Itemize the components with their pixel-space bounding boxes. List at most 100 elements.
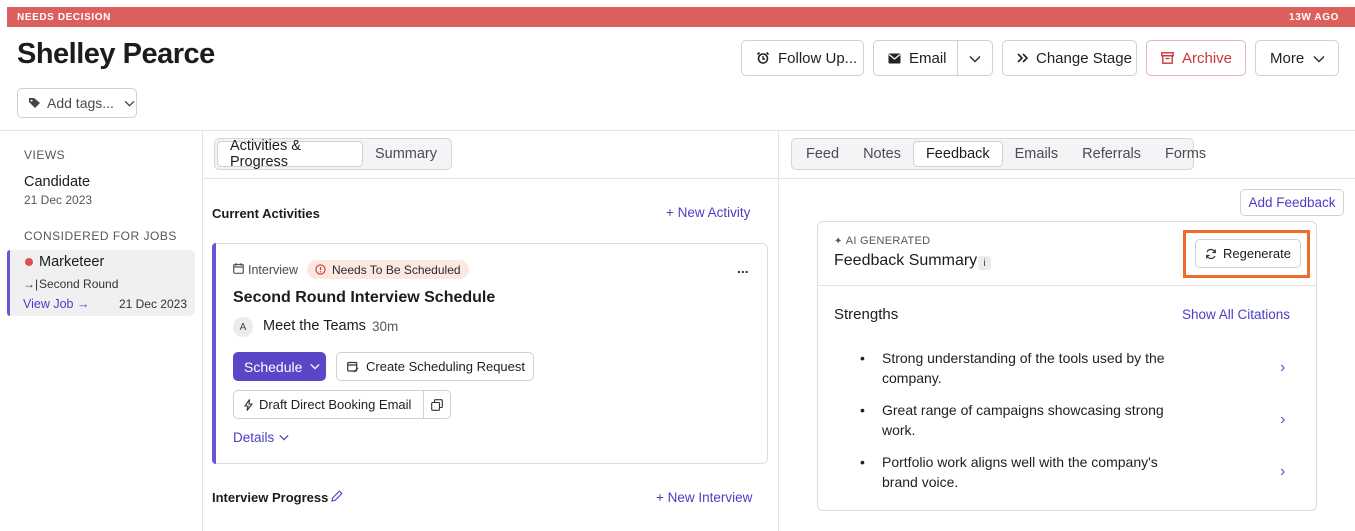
copy-icon bbox=[431, 398, 443, 411]
alert-circle-icon bbox=[315, 264, 326, 275]
meeting-duration: 30m bbox=[372, 319, 399, 334]
center-tabs: Activities & Progress Summary bbox=[214, 138, 452, 170]
chevron-down-icon bbox=[1313, 50, 1325, 67]
bullet: • bbox=[860, 454, 865, 470]
status-dot bbox=[25, 258, 33, 266]
status-age: 13W AGO bbox=[1289, 12, 1339, 23]
tab-referrals[interactable]: Referrals bbox=[1070, 141, 1153, 167]
interview-progress-heading: Interview Progress bbox=[212, 490, 329, 505]
view-job-link[interactable]: View Job → bbox=[23, 297, 89, 311]
meeting-name: Meet the Teams bbox=[263, 318, 366, 334]
regenerate-button[interactable]: Regenerate bbox=[1195, 239, 1301, 268]
refresh-icon bbox=[1205, 248, 1217, 260]
strength-text: Great range of campaigns showcasing stro… bbox=[882, 402, 1164, 438]
pencil-icon[interactable] bbox=[331, 490, 343, 502]
alarm-clock-icon bbox=[756, 51, 770, 65]
chevron-down-icon bbox=[969, 50, 981, 67]
card-accent-bar bbox=[212, 243, 216, 464]
job-date: 21 Dec 2023 bbox=[118, 297, 187, 311]
add-tags-label: Add tags... bbox=[47, 95, 114, 111]
create-scheduling-request-button[interactable]: Create Scheduling Request bbox=[336, 352, 534, 381]
add-tags-button[interactable]: Add tags... bbox=[17, 88, 137, 118]
follow-up-label: Follow Up... bbox=[778, 49, 858, 67]
view-job-label: View Job bbox=[23, 297, 74, 311]
ai-generated-label: ✦ AI GENERATED bbox=[834, 235, 930, 247]
view-date: 21 Dec 2023 bbox=[24, 193, 93, 207]
chevron-right-icon[interactable]: › bbox=[1280, 411, 1285, 429]
candidate-name: Shelley Pearce bbox=[17, 38, 215, 70]
info-icon[interactable]: i bbox=[978, 256, 991, 270]
chevron-right-icon[interactable]: › bbox=[1280, 359, 1285, 377]
jobs-heading: CONSIDERED FOR JOBS bbox=[24, 229, 177, 243]
strength-text: Strong understanding of the tools used b… bbox=[882, 350, 1165, 386]
show-all-citations-link[interactable]: Show All Citations bbox=[1182, 307, 1290, 322]
change-stage-label: Change Stage bbox=[1036, 49, 1132, 67]
feedback-summary-title: Feedback Summary bbox=[834, 252, 978, 269]
add-feedback-button[interactable]: Add Feedback bbox=[1240, 189, 1344, 216]
avatar: A bbox=[233, 317, 253, 337]
view-candidate[interactable]: Candidate bbox=[24, 174, 90, 190]
archive-label: Archive bbox=[1182, 49, 1233, 67]
center-divider bbox=[778, 130, 779, 531]
chevron-down-icon bbox=[279, 434, 289, 441]
feedback-card-divider bbox=[818, 285, 1316, 286]
regenerate-label: Regenerate bbox=[1223, 246, 1291, 261]
tabs-divider bbox=[202, 178, 1355, 179]
job-item-marketeer[interactable]: Marketeer →| Second Round View Job → 21 … bbox=[7, 250, 195, 316]
change-stage-button[interactable]: Change Stage bbox=[1002, 40, 1137, 76]
create-request-label: Create Scheduling Request bbox=[366, 359, 525, 374]
email-dropdown-toggle[interactable] bbox=[958, 41, 992, 75]
chevron-down-icon bbox=[310, 363, 321, 370]
envelope-icon bbox=[888, 53, 901, 64]
sidebar-divider bbox=[202, 130, 203, 531]
stage-arrow-icon: →| bbox=[23, 277, 39, 291]
more-label: More bbox=[1270, 49, 1305, 67]
more-button[interactable]: More bbox=[1255, 40, 1339, 76]
right-tabs: Feed Notes Feedback Emails Referrals For… bbox=[791, 138, 1206, 170]
email-button[interactable]: Email bbox=[874, 41, 958, 75]
views-heading: VIEWS bbox=[24, 148, 66, 162]
strengths-heading: Strengths bbox=[834, 306, 899, 323]
follow-up-button[interactable]: Follow Up... bbox=[741, 40, 864, 76]
bullet: • bbox=[860, 350, 865, 366]
archive-button[interactable]: Archive bbox=[1146, 40, 1246, 76]
new-interview-link[interactable]: + New Interview bbox=[656, 490, 752, 505]
details-label: Details bbox=[233, 430, 275, 445]
schedule-button[interactable]: Schedule bbox=[233, 352, 326, 381]
card-menu-icon[interactable]: ... bbox=[737, 260, 749, 276]
tag-icon bbox=[28, 97, 41, 109]
tab-summary[interactable]: Summary bbox=[363, 141, 449, 167]
strength-text: Portfolio work aligns well with the comp… bbox=[882, 454, 1158, 490]
activity-title: Second Round Interview Schedule bbox=[233, 289, 496, 306]
tab-feed[interactable]: Feed bbox=[794, 141, 851, 167]
current-activities-heading: Current Activities bbox=[212, 206, 320, 221]
tab-forms[interactable]: Forms bbox=[1153, 141, 1218, 167]
chevron-down-icon bbox=[124, 100, 135, 107]
email-label: Email bbox=[909, 49, 947, 67]
job-stage: Second Round bbox=[39, 277, 119, 291]
ai-generated-text: AI GENERATED bbox=[845, 235, 931, 247]
details-toggle[interactable]: Details bbox=[233, 430, 289, 445]
job-title: Marketeer bbox=[39, 254, 105, 270]
new-activity-link[interactable]: + New Activity bbox=[666, 205, 750, 220]
tab-activities-progress[interactable]: Activities & Progress bbox=[217, 138, 363, 170]
archive-box-icon bbox=[1161, 52, 1174, 64]
double-chevron-right-icon bbox=[1017, 53, 1028, 63]
tab-emails[interactable]: Emails bbox=[1003, 141, 1071, 167]
draft-email-label: Draft Direct Booking Email bbox=[259, 397, 412, 412]
status-label: NEEDS DECISION bbox=[17, 12, 111, 23]
needs-scheduling-badge: Needs To Be Scheduled bbox=[307, 260, 469, 279]
draft-email-button[interactable]: Draft Direct Booking Email bbox=[234, 391, 424, 418]
email-button-group: Email bbox=[873, 40, 993, 76]
arrow-right-icon: → bbox=[76, 297, 90, 311]
badge-label: Needs To Be Scheduled bbox=[332, 262, 461, 277]
sparkle-icon: ✦ bbox=[834, 235, 843, 247]
chevron-right-icon[interactable]: › bbox=[1280, 463, 1285, 481]
bullet: • bbox=[860, 402, 865, 418]
tab-feedback[interactable]: Feedback bbox=[912, 141, 1003, 167]
tab-notes[interactable]: Notes bbox=[851, 141, 913, 167]
copy-button[interactable] bbox=[424, 391, 450, 418]
activity-type: Interview bbox=[248, 263, 299, 277]
calendar-edit-icon bbox=[347, 361, 359, 373]
header-divider bbox=[0, 130, 1355, 131]
